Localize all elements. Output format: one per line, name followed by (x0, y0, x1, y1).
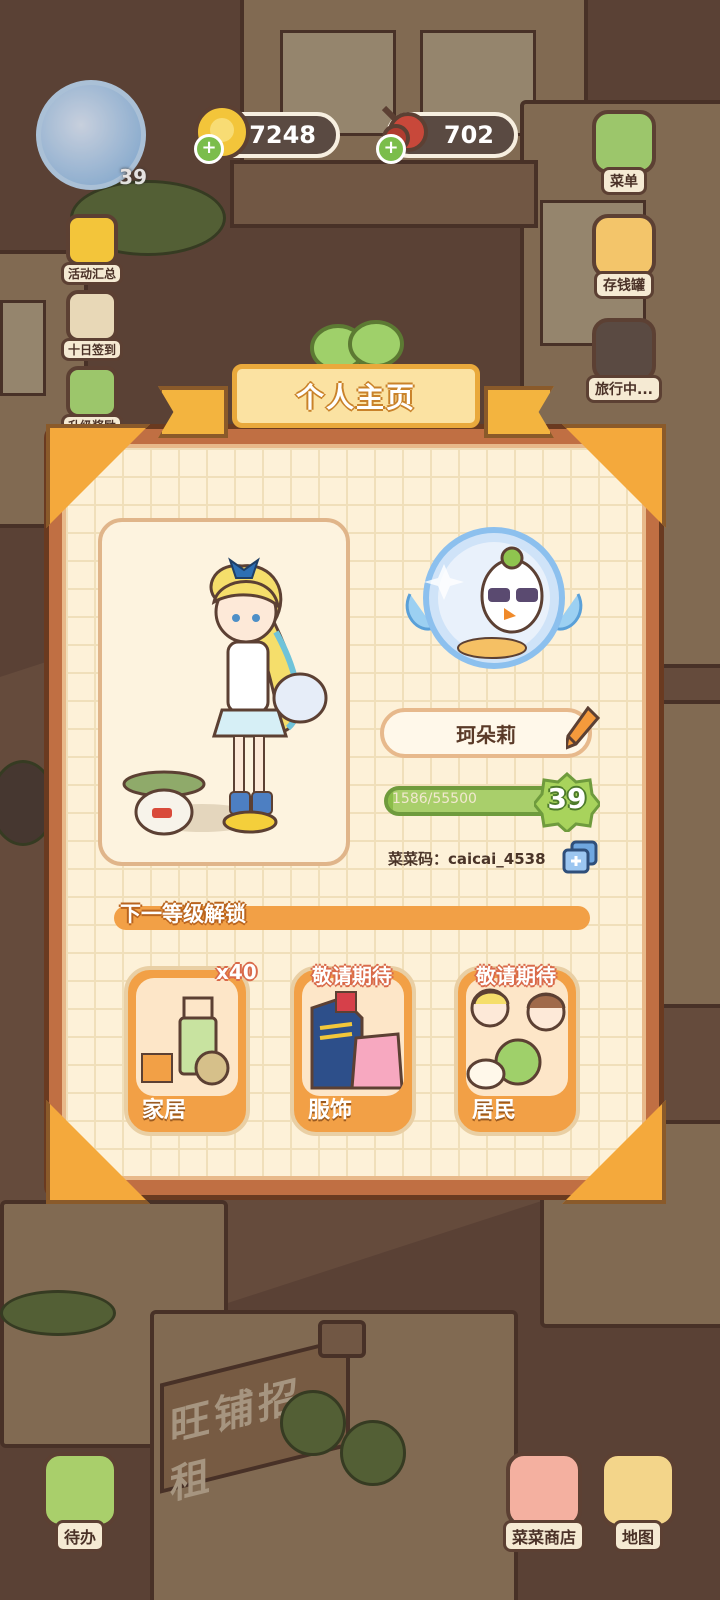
checkin-label: 十日签到 (60, 338, 123, 361)
player-name: 珂朵莉 (456, 722, 516, 747)
unlock-card-clothing[interactable]: 服饰 (290, 966, 416, 1136)
coin-counter[interactable]: + 7248 (194, 104, 340, 164)
unlock-card-residents[interactable]: 居民 (454, 966, 580, 1136)
level-value: 39 (547, 782, 587, 815)
copy-code-icon[interactable] (562, 840, 600, 874)
level-badge: 39 (534, 772, 600, 832)
map-icon (600, 1452, 676, 1528)
title-ribbon: 个人主页 (158, 364, 554, 454)
todo-label: 待办 (54, 1520, 105, 1552)
todo-button[interactable]: 待办 (38, 1452, 122, 1552)
traveling-button[interactable]: 旅行中... (584, 318, 664, 403)
edit-name-icon[interactable] (566, 706, 600, 750)
shop-label: 菜菜商店 (502, 1520, 585, 1552)
map-button[interactable]: 地图 (596, 1452, 680, 1552)
shop-icon (506, 1452, 582, 1528)
unlock-card-count: x40 (216, 960, 257, 984)
ribbon-wing (158, 386, 228, 438)
event-summary-button[interactable]: 活动汇总 (52, 214, 132, 285)
furniture-art (136, 978, 238, 1096)
unlock-card-label: 服饰 (308, 1098, 353, 1123)
player-name-field[interactable]: 珂朵莉 (380, 708, 592, 758)
unlock-card-label: 居民 (472, 1098, 517, 1123)
clothing-art (302, 978, 404, 1096)
checkin-icon (66, 290, 118, 342)
menu-button[interactable]: 菜单 (584, 110, 664, 195)
coming-soon-tag: 敬请期待 (312, 964, 392, 988)
food-amount: 702 (443, 121, 494, 149)
map-label: 地图 (612, 1520, 663, 1552)
coming-soon-tag: 敬请期待 (476, 964, 556, 988)
profile-avatar[interactable] (404, 524, 584, 674)
traveling-label: 旅行中... (586, 375, 662, 403)
unlock-section-title: 下一等级解锁 (120, 902, 246, 926)
todo-icon (42, 1452, 118, 1528)
residents-art (466, 978, 568, 1096)
menu-icon (592, 110, 656, 174)
add-food-icon[interactable]: + (376, 134, 406, 164)
ribbon-wing (484, 386, 554, 438)
exp-text: 1586/55500 (392, 791, 477, 807)
add-coins-icon[interactable]: + (194, 134, 224, 164)
unlock-card-furniture[interactable]: 家居 (124, 966, 250, 1136)
piggy-bank-label: 存钱罐 (594, 271, 654, 299)
event-summary-label: 活动汇总 (60, 262, 123, 285)
character-illustration (122, 557, 328, 836)
character-preview[interactable] (98, 518, 350, 866)
levelup-reward-icon (66, 366, 118, 418)
food-counter[interactable]: + 702 (376, 105, 518, 164)
ten-day-checkin-button[interactable]: 十日签到 (52, 290, 132, 361)
piggy-bank-icon (592, 214, 656, 278)
experience-bar: 1586/55500 39 (368, 772, 604, 832)
dialog-title: 个人主页 (232, 364, 480, 428)
unlock-card-label: 家居 (142, 1098, 187, 1123)
menu-label: 菜单 (601, 167, 647, 195)
player-avatar[interactable]: 39 (36, 80, 147, 190)
player-level-label: 39 (119, 165, 147, 189)
event-icon (66, 214, 118, 266)
piggy-bank-button[interactable]: 存钱罐 (584, 214, 664, 299)
coin-amount: 7248 (249, 121, 316, 149)
cai-code-text: 菜菜码：caicai_4538 (388, 850, 546, 868)
shop-button[interactable]: 菜菜商店 (496, 1452, 592, 1552)
camera-icon (592, 318, 656, 382)
